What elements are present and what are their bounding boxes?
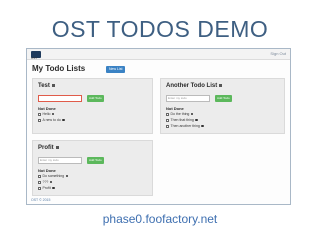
todo-checkbox[interactable] <box>38 174 41 178</box>
todo-item: Then another thing <box>166 124 204 128</box>
todo-checkbox[interactable] <box>38 118 41 122</box>
not-done-heading: Not Done <box>38 106 56 111</box>
add-todo-button[interactable]: Add Todo <box>215 95 232 102</box>
delete-list-icon[interactable] <box>219 83 223 87</box>
todo-checkbox[interactable] <box>38 112 41 116</box>
todo-text: A new to do <box>42 118 61 122</box>
todo-list-card: Another Todo List Enter my todo Add Todo… <box>160 78 285 134</box>
todo-checkbox[interactable] <box>38 180 41 184</box>
navbar: OST Sign Out <box>27 49 290 60</box>
slide-title: OST TODOS DEMO <box>51 16 269 42</box>
todo-text: Do the thing <box>170 112 190 116</box>
todo-item: ??? <box>38 180 53 184</box>
todo-text: ??? <box>42 180 49 184</box>
todo-input[interactable] <box>38 95 82 102</box>
delete-todo-icon[interactable] <box>62 118 65 122</box>
todo-input[interactable]: Enter my todo <box>166 95 210 102</box>
delete-list-icon[interactable] <box>55 145 59 149</box>
delete-todo-icon[interactable] <box>201 124 204 128</box>
todo-text: Then another thing <box>170 124 200 128</box>
footer-text: OST © 2015 <box>31 198 51 202</box>
todo-text: Profit <box>42 186 51 190</box>
delete-todo-icon[interactable] <box>190 112 194 116</box>
add-todo-button[interactable]: Add Todo <box>87 95 104 102</box>
todo-item: Do something <box>38 174 69 178</box>
todo-checkbox[interactable] <box>166 118 169 122</box>
todo-list-card: Test Add Todo Not Done Hello A new to do <box>32 78 153 134</box>
list-title: Profit <box>38 145 59 151</box>
todo-item: Do the thing <box>166 112 194 116</box>
not-done-heading: Not Done <box>166 106 184 111</box>
todo-text: Then that thing <box>170 118 194 122</box>
delete-todo-icon[interactable] <box>195 118 198 122</box>
list-title: Another Todo List <box>166 83 223 89</box>
list-title-text: Another Todo List <box>166 83 218 89</box>
list-title-text: Profit <box>38 145 54 151</box>
todo-text: Hello <box>42 112 51 116</box>
todo-text: Do something <box>42 174 65 178</box>
delete-todo-icon[interactable] <box>51 112 55 116</box>
todo-list-card: Profit Enter my todo Add Todo Not Done D… <box>32 140 153 196</box>
new-list-button[interactable]: New List <box>106 66 126 73</box>
todo-input[interactable]: Enter my todo <box>38 157 82 164</box>
todo-checkbox[interactable] <box>38 186 41 190</box>
todo-item: A new to do <box>38 118 65 122</box>
page-title: My Todo Lists <box>32 64 86 73</box>
add-todo-button[interactable]: Add Todo <box>87 157 104 164</box>
site-url: phase0.foofactory.net <box>102 212 218 226</box>
list-title: Test <box>38 83 55 89</box>
sign-out-link[interactable]: Sign Out <box>270 51 286 56</box>
not-done-heading: Not Done <box>38 168 56 173</box>
delete-list-icon[interactable] <box>51 83 55 87</box>
app-screenshot: OST Sign Out My Todo Lists New List Test… <box>26 48 291 205</box>
delete-todo-icon[interactable] <box>49 180 53 184</box>
delete-todo-icon[interactable] <box>65 174 69 178</box>
list-title-text: Test <box>38 83 50 89</box>
todo-checkbox[interactable] <box>166 124 169 128</box>
delete-todo-icon[interactable] <box>52 186 55 190</box>
todo-item: Hello <box>38 112 55 116</box>
todo-checkbox[interactable] <box>166 112 169 116</box>
todo-item: Then that thing <box>166 118 198 122</box>
todo-item: Profit <box>38 186 55 190</box>
logo-text: OST <box>31 56 38 60</box>
